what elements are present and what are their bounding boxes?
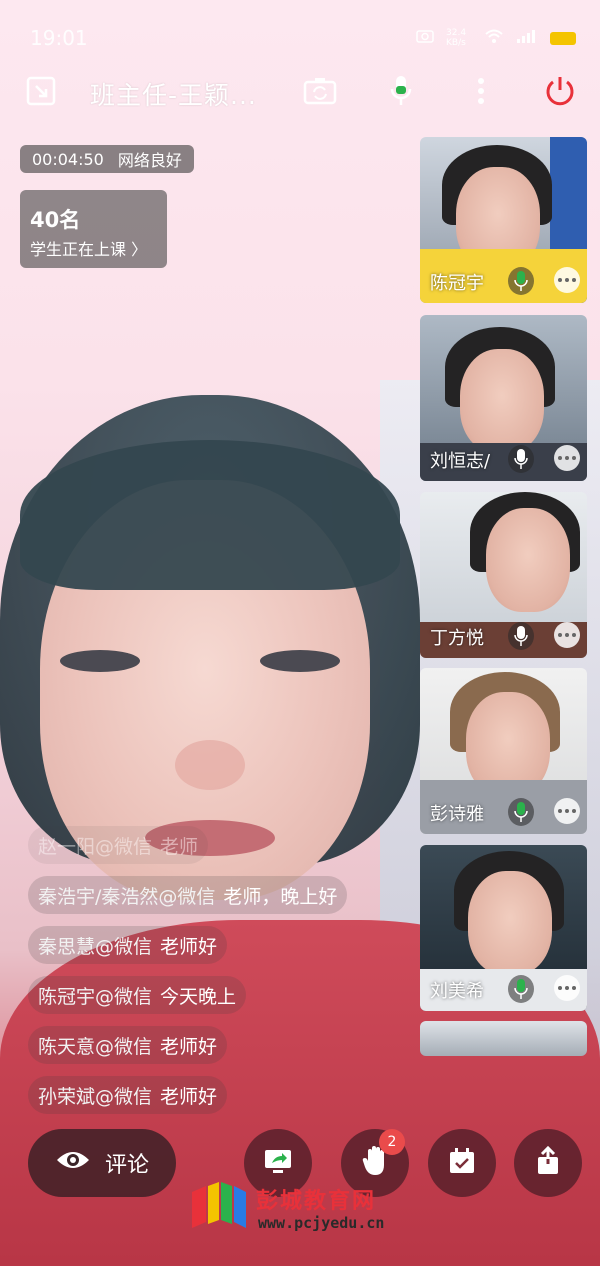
chat-text: 老师: [160, 835, 199, 858]
teacher-nose: [175, 740, 245, 790]
mic-on-icon: [508, 975, 534, 1003]
participant-tile[interactable]: 刘恒志/: [420, 315, 587, 481]
participant-name: 刘美希: [430, 981, 484, 1002]
chat-message: 秦浩宇/秦浩然@微信 老师，晚上好: [28, 876, 348, 914]
chat-text: 老师好: [160, 935, 218, 958]
attendance-button[interactable]: [428, 1129, 496, 1197]
more-icon[interactable]: [554, 622, 580, 648]
students-count: 40名: [30, 208, 81, 232]
students-online-panel[interactable]: 40名 学生正在上课 〉: [20, 190, 167, 268]
status-icons: 32.4 KB/s: [416, 28, 576, 48]
chat-text: 老师好: [160, 1035, 218, 1058]
participant-tile-partial[interactable]: [420, 1021, 587, 1056]
chat-list: 赵一阳@微信 老师 秦浩宇/秦浩然@微信 老师，晚上好 秦思慧@微信 老师好 陈…: [28, 826, 388, 1126]
eye-icon: [55, 1148, 91, 1178]
power-off-icon[interactable]: [543, 74, 577, 108]
participant-face: [486, 508, 570, 612]
chat-text: 老师好: [160, 1085, 218, 1108]
watermark: 彭城教育网 www.pcjyedu.cn: [188, 1180, 428, 1236]
chat-message: 陈天意@微信 老师好: [28, 1026, 228, 1064]
microphone-icon[interactable]: [384, 74, 418, 108]
top-bar: 班主任-王颖...: [0, 68, 600, 116]
chat-user: 秦思慧@微信: [38, 935, 153, 958]
comment-toggle-button[interactable]: 评论: [28, 1129, 176, 1197]
session-info-pill: 00:04:50 网络良好: [20, 145, 194, 173]
teacher-eye: [60, 650, 140, 672]
calendar-check-icon: [448, 1147, 476, 1179]
participant-name: 刘恒志/: [430, 451, 491, 472]
participant-face: [468, 871, 552, 975]
status-bar: 19:01 32.4 KB/s: [0, 22, 600, 56]
participant-face: [460, 349, 544, 453]
chat-message: 赵一阳@微信 老师: [28, 826, 209, 864]
raise-hand-badge: 2: [379, 1129, 405, 1155]
chat-text: 今天晚上: [160, 985, 237, 1008]
participant-tile[interactable]: 刘美希: [420, 845, 587, 1011]
watermark-title: 彭城教育网: [256, 1189, 377, 1214]
teacher-bangs: [20, 440, 400, 590]
chat-message: 陈冠宇@微信 今天晚上: [28, 976, 247, 1014]
chat-text: 老师，晚上好: [223, 885, 338, 908]
students-label: 学生正在上课 〉: [30, 240, 148, 259]
mic-off-icon: [508, 622, 534, 650]
minimize-window-icon[interactable]: [24, 74, 58, 108]
class-title: 班主任-王颖...: [90, 81, 257, 110]
teacher-eye: [260, 650, 340, 672]
chat-message: 秦思慧@微信 老师好: [28, 926, 228, 964]
mic-on-icon: [508, 267, 534, 295]
chat-user: 赵一阳@微信: [38, 835, 153, 858]
screen-share-icon: [263, 1148, 293, 1178]
chat-message: 孙荣斌@微信 老师好: [28, 1076, 228, 1114]
book-logo-icon: [188, 1182, 250, 1234]
more-icon[interactable]: [554, 798, 580, 824]
camera-status-icon: [416, 28, 434, 48]
session-duration: 00:04:50: [32, 149, 104, 169]
more-icon[interactable]: [554, 267, 580, 293]
battery-icon: [550, 31, 576, 45]
switch-camera-icon[interactable]: [303, 74, 337, 108]
signal-icon: [516, 28, 538, 48]
network-status: 网络良好: [117, 151, 182, 170]
participant-tile[interactable]: 陈冠宇: [420, 137, 587, 303]
mic-off-icon: [508, 445, 534, 473]
participant-name: 彭诗雅: [430, 804, 484, 825]
more-icon[interactable]: [554, 445, 580, 471]
net-speed: 32.4 KB/s: [446, 28, 467, 48]
chat-user: 陈天意@微信: [38, 1035, 153, 1058]
chat-user: 孙荣斌@微信: [38, 1085, 153, 1108]
share-upload-icon: [535, 1145, 561, 1180]
watermark-url: www.pcjyedu.cn: [258, 1214, 385, 1232]
participant-tile[interactable]: 彭诗雅: [420, 668, 587, 834]
more-icon[interactable]: [554, 975, 580, 1001]
upload-share-button[interactable]: [514, 1129, 582, 1197]
status-time: 19:01: [30, 26, 88, 50]
chat-user: 陈冠宇@微信: [38, 985, 153, 1008]
participant-tile[interactable]: 丁方悦: [420, 492, 587, 658]
comment-label: 评论: [104, 1153, 149, 1178]
more-options-icon[interactable]: [464, 74, 498, 108]
participant-name: 丁方悦: [430, 628, 484, 649]
wifi-icon: [484, 28, 504, 48]
chat-user: 秦浩宇/秦浩然@微信: [38, 885, 216, 908]
mic-on-icon: [508, 798, 534, 826]
participant-name: 陈冠宇: [430, 273, 484, 294]
